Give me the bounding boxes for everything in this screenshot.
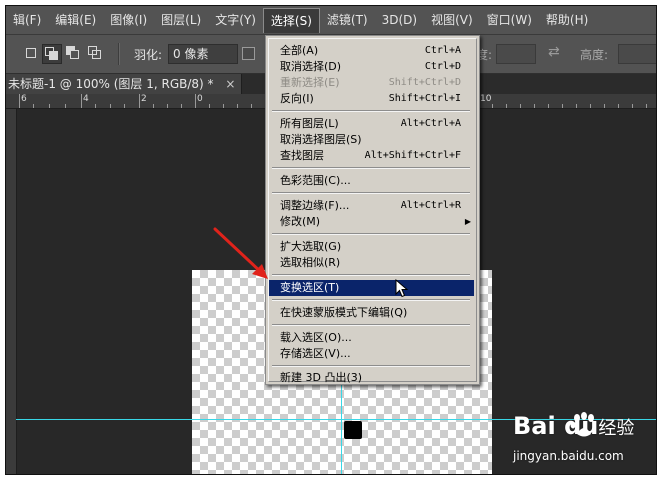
black-square-shape bbox=[344, 421, 362, 439]
menu-item-find-layers[interactable]: 查找图层 Alt+Shift+Ctrl+F bbox=[269, 148, 474, 164]
watermark-url: jingyan.baidu.com bbox=[513, 449, 624, 463]
document-tab-title: 未标题-1 @ 100% (图层 1, RGB/8) * bbox=[8, 77, 214, 91]
menu-item-deselect-layers[interactable]: 取消选择图层(S) bbox=[269, 132, 474, 148]
paw-icon bbox=[570, 412, 594, 437]
menu-separator bbox=[272, 233, 470, 235]
menu-select[interactable]: 选择(S) bbox=[262, 7, 320, 33]
add-to-selection-icon[interactable] bbox=[42, 44, 62, 64]
width-input[interactable] bbox=[496, 44, 536, 64]
menu-item-modify[interactable]: 修改(M) ▶ bbox=[269, 214, 474, 230]
annotation-arrow-icon bbox=[213, 227, 268, 279]
menu-item-grow[interactable]: 扩大选取(G) bbox=[269, 239, 474, 255]
menu-separator bbox=[272, 192, 470, 194]
menu-item-save-selection[interactable]: 存储选区(V)... bbox=[269, 346, 474, 362]
menu-item-reselect: 重新选择(E) Shift+Ctrl+D bbox=[280, 76, 461, 89]
document-tab[interactable]: 未标题-1 @ 100% (图层 1, RGB/8) * × bbox=[6, 74, 243, 94]
new-selection-icon[interactable] bbox=[22, 44, 40, 62]
select-menu-dropdown: 全部(A) Ctrl+A 取消选择(D) Ctrl+D 重新选择(E) Shif… bbox=[265, 35, 480, 385]
menu-item-similar[interactable]: 选取相似(R) bbox=[269, 255, 474, 271]
menu-edit[interactable]: 编辑(E) bbox=[48, 8, 103, 32]
options-divider bbox=[118, 43, 120, 65]
menu-item-all-layers[interactable]: 所有图层(L) Alt+Ctrl+A bbox=[269, 116, 474, 132]
intersect-selection-icon[interactable] bbox=[86, 44, 104, 62]
menu-separator bbox=[272, 167, 470, 169]
close-icon[interactable]: × bbox=[225, 77, 235, 91]
menu-help[interactable]: 帮助(H) bbox=[539, 8, 595, 32]
menu-layer[interactable]: 图层(L) bbox=[154, 8, 208, 32]
baidu-jingyan-watermark: Bai du经验 jingyan.baidu.com bbox=[513, 412, 656, 472]
menu-type[interactable]: 文字(Y) bbox=[208, 8, 263, 32]
menu-item-inverse[interactable]: 反向(I) Shift+Ctrl+I bbox=[269, 91, 474, 107]
submenu-arrow-icon: ▶ bbox=[464, 217, 471, 226]
menu-item-quick-mask[interactable]: 在快速蒙版模式下编辑(Q) bbox=[269, 305, 474, 321]
menu-filter[interactable]: 滤镜(T) bbox=[320, 8, 375, 32]
ruler-label: 10 bbox=[480, 94, 492, 104]
menu-window[interactable]: 窗口(W) bbox=[480, 8, 539, 32]
menu-image[interactable]: 图像(I) bbox=[103, 8, 154, 32]
menu-separator bbox=[272, 324, 470, 326]
menu-item-transform-selection[interactable]: 变换选区(T) bbox=[269, 280, 474, 296]
ruler-label: 4 bbox=[83, 94, 89, 104]
menu-3d[interactable]: 3D(D) bbox=[375, 8, 424, 32]
menu-bar: 辑(F) 编辑(E) 图像(I) 图层(L) 文字(Y) 选择(S) 滤镜(T)… bbox=[6, 6, 656, 35]
menu-item-color-range[interactable]: 色彩范围(C)... bbox=[269, 173, 474, 189]
menu-separator bbox=[272, 299, 470, 301]
menu-item-deselect[interactable]: 取消选择(D) Ctrl+D bbox=[269, 59, 474, 75]
ruler-label: 6 bbox=[21, 94, 27, 104]
subtract-from-selection-icon[interactable] bbox=[64, 44, 82, 62]
menu-separator bbox=[272, 110, 470, 112]
ruler-label: 2 bbox=[141, 94, 147, 104]
mouse-pointer-icon bbox=[395, 279, 409, 298]
height-label: 高度: bbox=[580, 48, 609, 62]
menu-item-load-selection[interactable]: 载入选区(O)... bbox=[269, 330, 474, 346]
photoshop-window: 辑(F) 编辑(E) 图像(I) 图层(L) 文字(Y) 选择(S) 滤镜(T)… bbox=[6, 6, 656, 474]
feather-input[interactable]: 0 像素 bbox=[168, 44, 238, 64]
ruler-label: 0 bbox=[197, 94, 203, 104]
menu-item-select-all[interactable]: 全部(A) Ctrl+A bbox=[269, 43, 474, 59]
menu-item-refine-edge[interactable]: 调整边缘(F)... Alt+Ctrl+R bbox=[269, 198, 474, 214]
anti-alias-checkbox[interactable] bbox=[242, 47, 255, 60]
menu-separator bbox=[272, 365, 470, 367]
menu-view[interactable]: 视图(V) bbox=[424, 8, 480, 32]
height-input[interactable] bbox=[618, 44, 656, 64]
swap-arrows-icon[interactable]: ⇄ bbox=[548, 44, 560, 60]
menu-file[interactable]: 辑(F) bbox=[6, 8, 48, 32]
menu-item-new-3d-extrusion[interactable]: 新建 3D 凸出(3) bbox=[269, 370, 474, 386]
feather-label: 羽化: bbox=[134, 48, 163, 62]
menu-separator bbox=[272, 274, 470, 276]
